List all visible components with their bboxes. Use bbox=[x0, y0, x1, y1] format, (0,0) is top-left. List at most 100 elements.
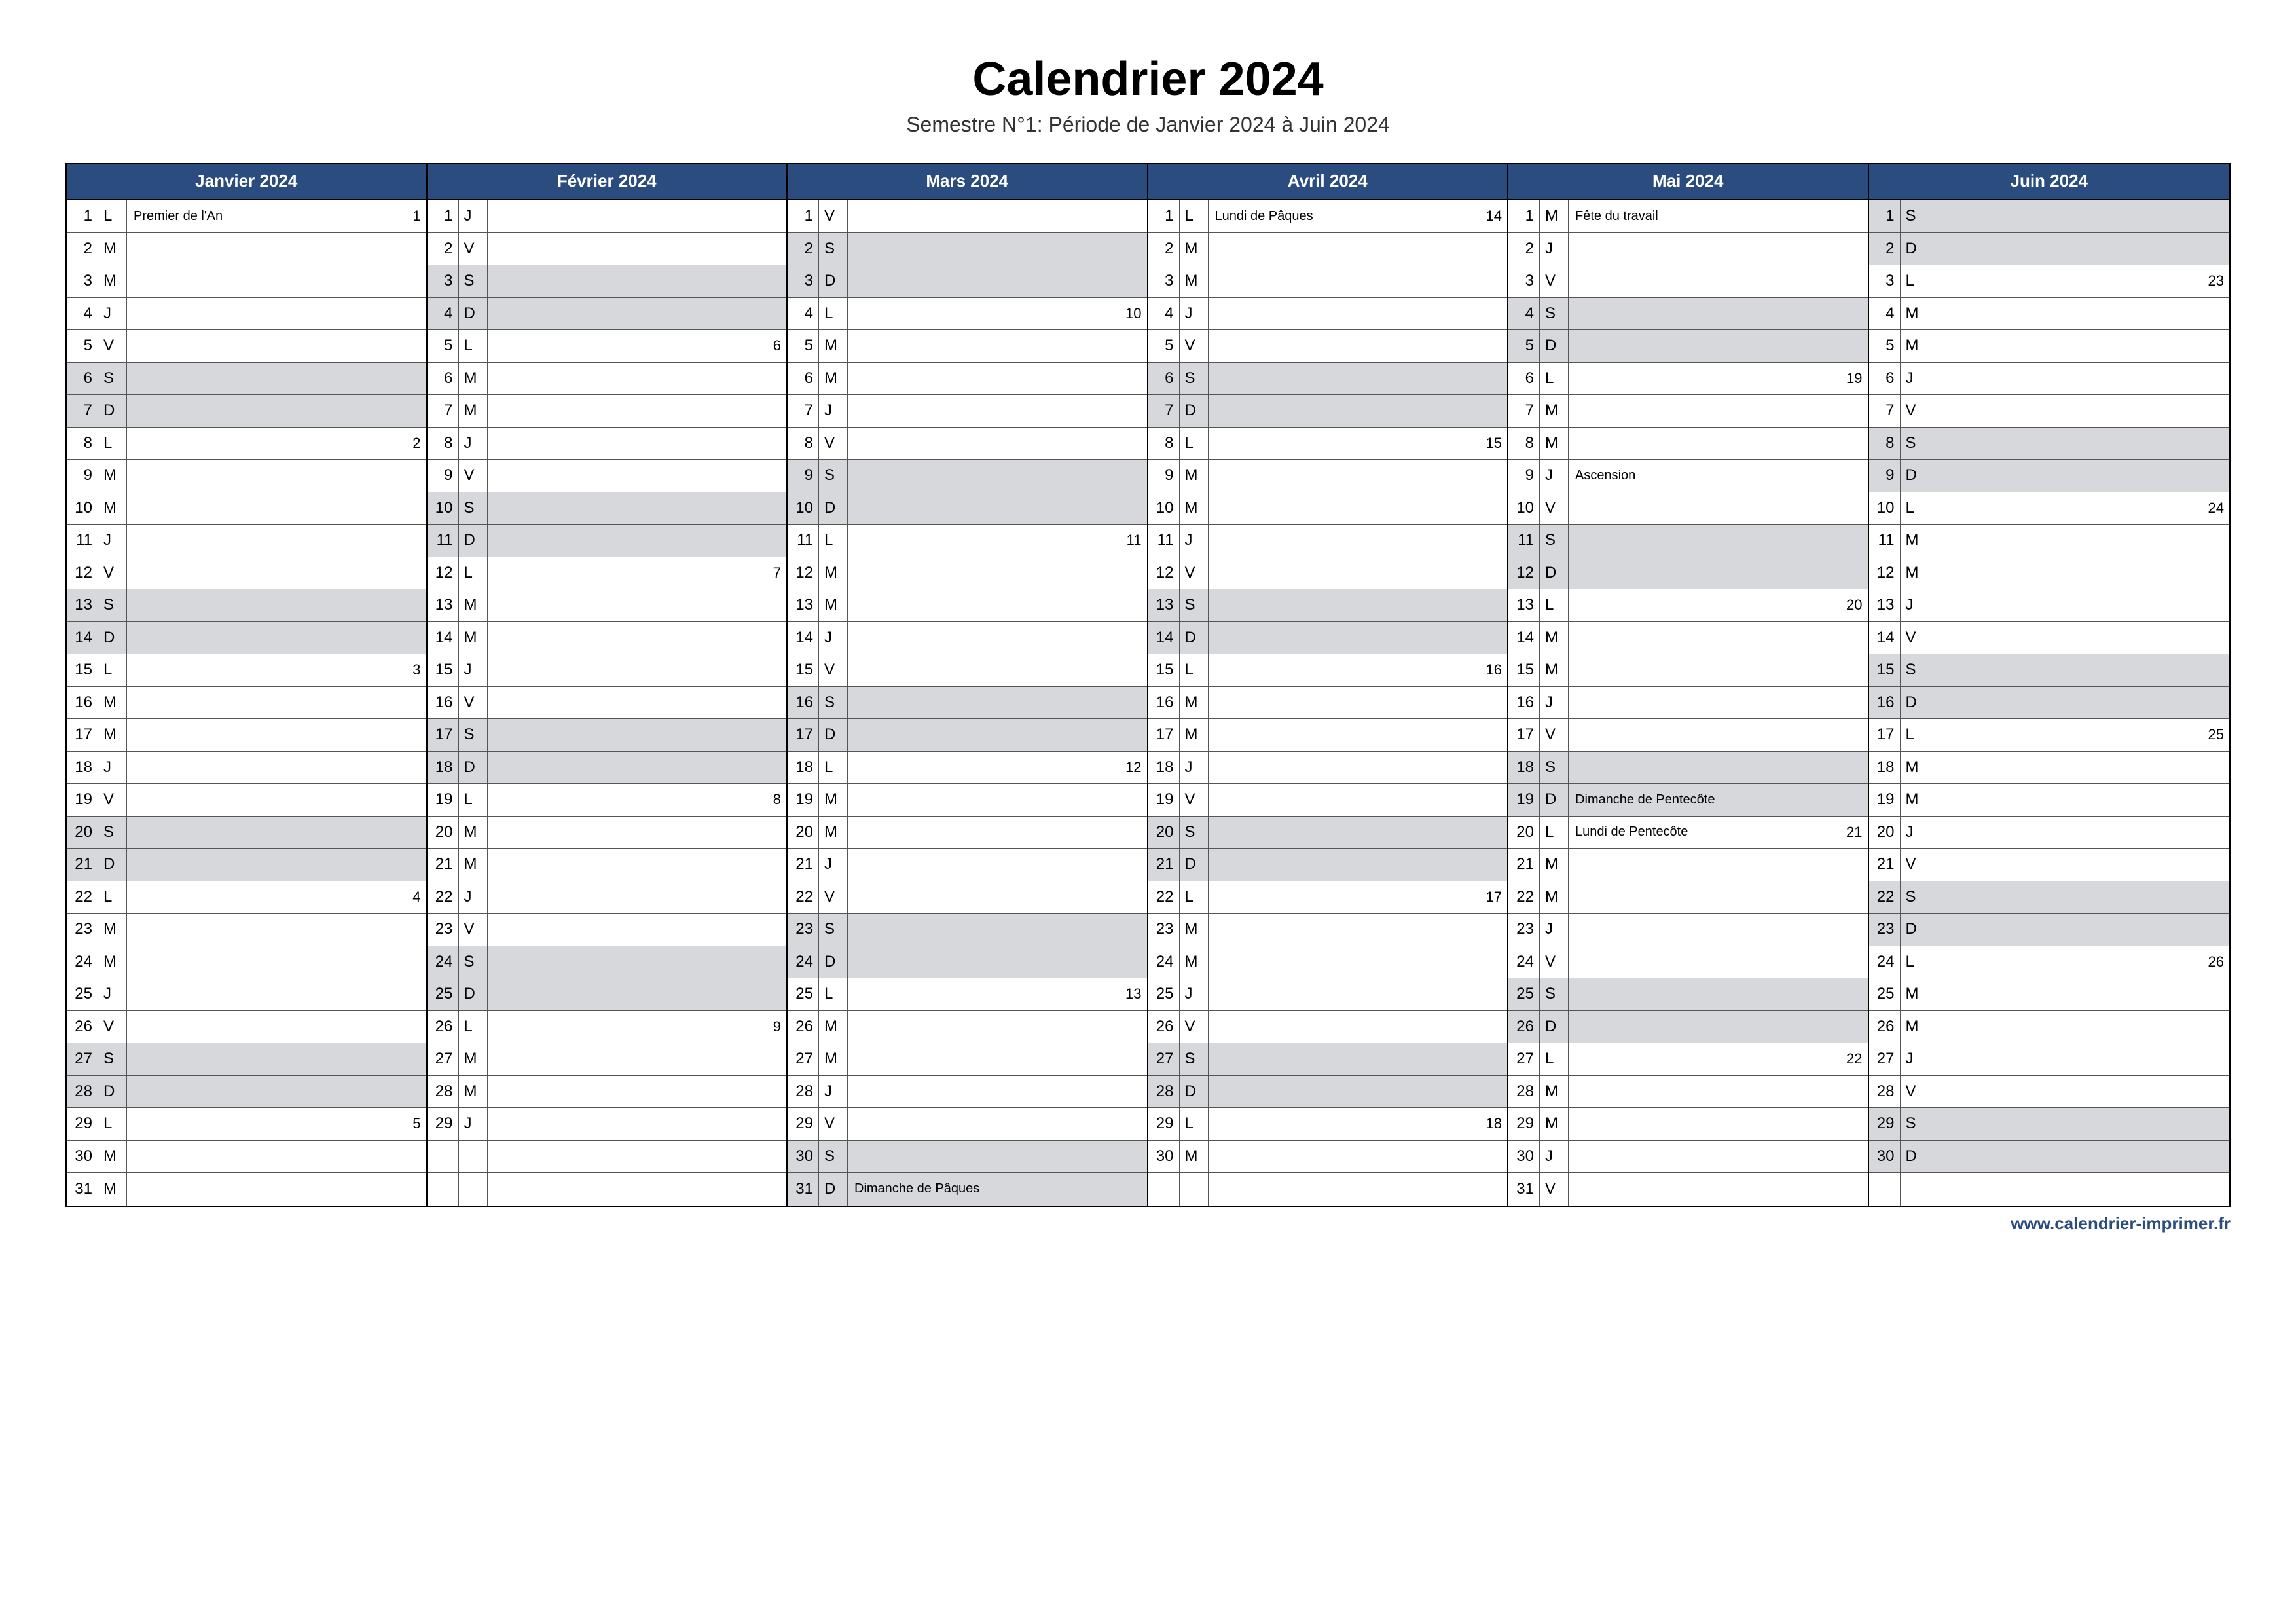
day-text bbox=[1569, 1108, 1868, 1140]
day-text bbox=[1209, 395, 1508, 427]
day-weekday: L bbox=[1180, 428, 1209, 460]
day-weekday: J bbox=[1180, 298, 1209, 330]
day-row: 18J bbox=[1148, 752, 1508, 784]
day-row: 9M bbox=[67, 460, 426, 492]
day-weekday: M bbox=[1540, 654, 1569, 686]
day-number: 28 bbox=[1869, 1076, 1901, 1108]
day-number: 27 bbox=[67, 1043, 98, 1075]
day-text bbox=[488, 654, 787, 686]
day-number: 6 bbox=[1148, 363, 1180, 395]
day-number: 25 bbox=[788, 978, 819, 1010]
day-weekday: J bbox=[459, 200, 488, 232]
day-weekday: M bbox=[98, 265, 127, 297]
day-text: 15 bbox=[1209, 428, 1508, 460]
day-weekday: M bbox=[1901, 525, 1929, 557]
day-weekday: M bbox=[1540, 395, 1569, 427]
day-number: 15 bbox=[788, 654, 819, 686]
day-text bbox=[127, 1173, 426, 1206]
day-row: 29L18 bbox=[1148, 1108, 1508, 1141]
day-row: 17D bbox=[788, 719, 1147, 752]
day-weekday: L bbox=[98, 881, 127, 913]
day-event: Dimanche de Pentecôte bbox=[1575, 792, 1715, 807]
day-number: 8 bbox=[1148, 428, 1180, 460]
day-row bbox=[1869, 1173, 2230, 1206]
day-text bbox=[1929, 200, 2230, 232]
day-number: 2 bbox=[67, 233, 98, 265]
day-row: 29J bbox=[428, 1108, 787, 1141]
day-number: 25 bbox=[1869, 978, 1901, 1010]
day-number: 16 bbox=[1869, 687, 1901, 719]
day-row: 22S bbox=[1869, 881, 2230, 914]
day-row: 3S bbox=[428, 265, 787, 298]
day-number: 13 bbox=[1869, 589, 1901, 621]
day-weekday: M bbox=[1540, 849, 1569, 881]
day-number: 31 bbox=[67, 1173, 98, 1206]
day-row: 24S bbox=[428, 946, 787, 979]
day-text bbox=[127, 849, 426, 881]
day-row: 23M bbox=[67, 913, 426, 946]
day-row: 1LPremier de l'An1 bbox=[67, 200, 426, 233]
day-text: Ascension bbox=[1569, 460, 1868, 492]
day-weekday: M bbox=[1901, 784, 1929, 816]
day-row: 15V bbox=[788, 654, 1147, 687]
week-number: 1 bbox=[412, 208, 420, 225]
day-number bbox=[428, 1173, 459, 1206]
day-weekday: M bbox=[1540, 881, 1569, 913]
day-row: 16V bbox=[428, 687, 787, 720]
day-text bbox=[127, 525, 426, 557]
day-row: 14J bbox=[788, 622, 1147, 655]
day-text bbox=[488, 265, 787, 297]
day-row: 19V bbox=[67, 784, 426, 817]
day-row: 24M bbox=[1148, 946, 1508, 979]
day-text bbox=[127, 589, 426, 621]
day-row: 14M bbox=[1508, 622, 1868, 655]
day-text: 8 bbox=[488, 784, 787, 816]
day-text: 10 bbox=[848, 298, 1147, 330]
day-weekday: M bbox=[1901, 557, 1929, 589]
day-text bbox=[848, 1108, 1147, 1140]
day-text bbox=[848, 719, 1147, 751]
day-number: 9 bbox=[788, 460, 819, 492]
day-row: 28M bbox=[1508, 1076, 1868, 1109]
day-weekday: D bbox=[819, 492, 848, 525]
day-text: Premier de l'An1 bbox=[127, 200, 426, 232]
day-number: 11 bbox=[428, 525, 459, 557]
day-number: 27 bbox=[1148, 1043, 1180, 1075]
day-row: 27M bbox=[788, 1043, 1147, 1076]
day-row: 26M bbox=[788, 1011, 1147, 1044]
day-number: 29 bbox=[428, 1108, 459, 1140]
day-weekday: J bbox=[98, 525, 127, 557]
day-text bbox=[488, 492, 787, 525]
day-weekday: M bbox=[819, 363, 848, 395]
day-text: Dimanche de Pentecôte bbox=[1569, 784, 1868, 816]
day-text bbox=[1929, 233, 2230, 265]
day-number bbox=[1869, 1173, 1901, 1206]
day-row: 28D bbox=[67, 1076, 426, 1109]
week-number: 8 bbox=[773, 791, 781, 808]
day-row: 21J bbox=[788, 849, 1147, 881]
day-weekday: M bbox=[1180, 492, 1209, 525]
day-row: 24V bbox=[1508, 946, 1868, 979]
day-text: 4 bbox=[127, 881, 426, 913]
day-number: 20 bbox=[1869, 817, 1901, 849]
day-text bbox=[848, 395, 1147, 427]
day-weekday: V bbox=[459, 913, 488, 946]
day-row: 30M bbox=[67, 1141, 426, 1173]
day-text bbox=[127, 913, 426, 946]
day-number: 24 bbox=[1148, 946, 1180, 978]
day-weekday: M bbox=[819, 589, 848, 621]
day-number: 8 bbox=[428, 428, 459, 460]
day-row: 30M bbox=[1148, 1141, 1508, 1173]
day-weekday: D bbox=[98, 1076, 127, 1108]
day-text bbox=[848, 1076, 1147, 1108]
day-row: 7J bbox=[788, 395, 1147, 428]
day-weekday: D bbox=[819, 946, 848, 978]
day-number: 26 bbox=[1148, 1011, 1180, 1043]
day-weekday: S bbox=[1180, 817, 1209, 849]
day-text bbox=[127, 298, 426, 330]
day-weekday: J bbox=[1180, 752, 1209, 784]
day-row: 28D bbox=[1148, 1076, 1508, 1109]
day-weekday: S bbox=[1540, 978, 1569, 1010]
day-text bbox=[1209, 363, 1508, 395]
week-number: 18 bbox=[1486, 1115, 1502, 1132]
